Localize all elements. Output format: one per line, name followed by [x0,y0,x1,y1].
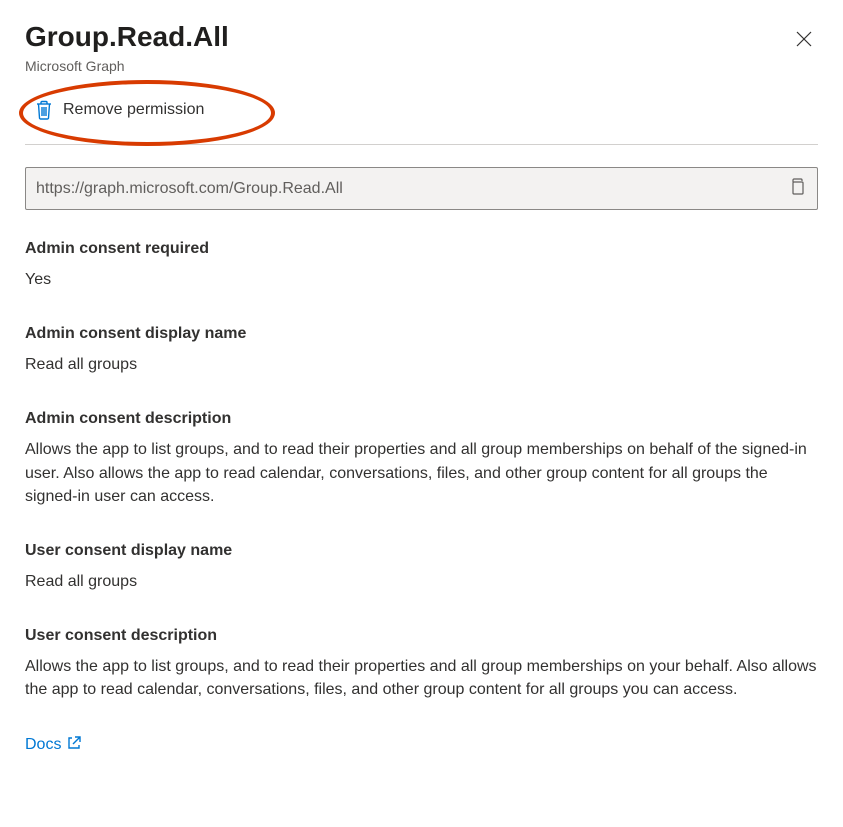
copy-button[interactable] [787,176,807,201]
close-icon [796,31,812,50]
close-button[interactable] [790,26,818,54]
docs-label: Docs [25,736,61,754]
divider [25,144,818,145]
section-value: Yes [25,268,818,291]
page-subtitle: Microsoft Graph [25,58,818,74]
section-label: Admin consent required [25,240,818,258]
section-label: User consent description [25,627,818,645]
section-value: Read all groups [25,353,818,376]
section-label: Admin consent description [25,410,818,428]
toolbar: Remove permission [25,94,818,126]
url-box: https://graph.microsoft.com/Group.Read.A… [25,167,818,210]
remove-permission-button[interactable]: Remove permission [25,94,214,126]
section-value: Allows the app to list groups, and to re… [25,655,818,701]
remove-permission-label: Remove permission [63,101,204,119]
section-user-consent-description: User consent description Allows the app … [25,627,818,701]
copy-icon [789,178,805,199]
section-admin-consent-description: Admin consent description Allows the app… [25,410,818,508]
section-value: Read all groups [25,570,818,593]
section-value: Allows the app to list groups, and to re… [25,438,818,508]
trash-icon [35,100,53,120]
panel-header: Group.Read.All [25,20,818,54]
section-label: Admin consent display name [25,325,818,343]
page-title: Group.Read.All [25,20,229,54]
section-label: User consent display name [25,542,818,560]
docs-link[interactable]: Docs [25,736,81,755]
section-admin-consent-required: Admin consent required Yes [25,240,818,291]
section-user-consent-display-name: User consent display name Read all group… [25,542,818,593]
section-admin-consent-display-name: Admin consent display name Read all grou… [25,325,818,376]
url-text: https://graph.microsoft.com/Group.Read.A… [36,180,787,198]
external-link-icon [67,736,81,755]
